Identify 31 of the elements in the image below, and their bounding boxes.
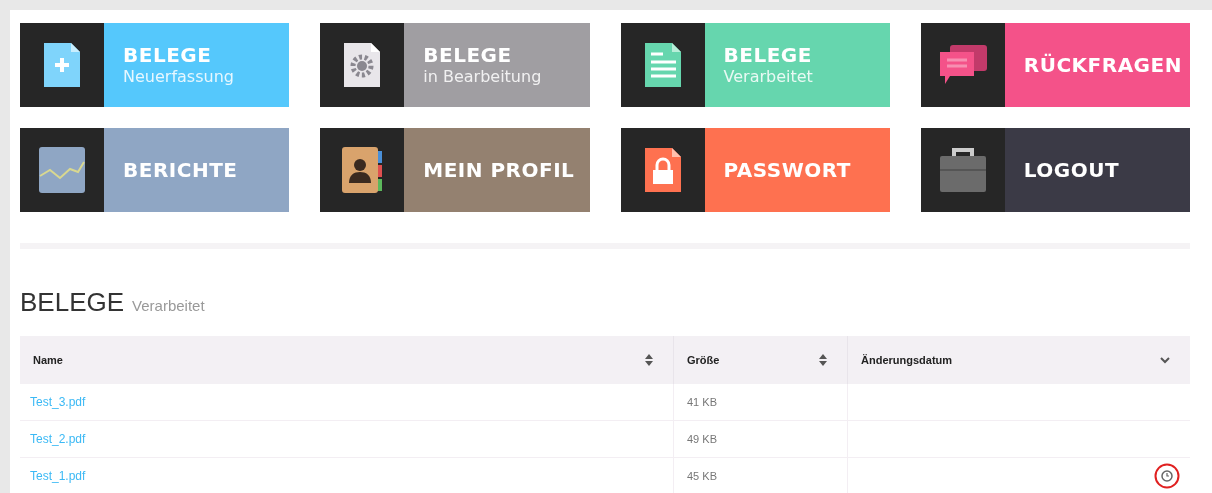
line-chart-icon (38, 146, 86, 194)
table-cell-text: 49 KB (687, 431, 717, 447)
column-header[interactable]: Größe (687, 351, 720, 369)
menu-tile[interactable]: LOGOUT (920, 128, 1190, 212)
address-book-icon (340, 145, 385, 195)
table-cell-text: 41 KB (687, 394, 717, 410)
menu-tile[interactable]: BELEGE Neuerfassung (20, 23, 290, 107)
circled-clock-icon[interactable] (1154, 463, 1180, 489)
menu-tile[interactable]: PASSWORT (620, 128, 890, 212)
briefcase-icon (938, 146, 987, 194)
sort-icon[interactable] (819, 354, 827, 366)
document-gear-icon (342, 41, 383, 89)
menu-tile[interactable]: MEIN PROFIL (320, 128, 590, 212)
menu-tile[interactable]: BERICHTE (20, 128, 290, 212)
section-title: BELEGE (20, 286, 125, 319)
menu-tile[interactable]: BELEGE in Bearbeitung (320, 23, 590, 107)
file-link[interactable]: Test_2.pdf (30, 430, 86, 448)
document-plus-icon (42, 41, 82, 89)
menu-tile[interactable]: BELEGE Verarbeitet (620, 23, 890, 107)
document-lock-icon (642, 146, 683, 194)
menu-tile[interactable]: RÜCKFRAGEN (920, 23, 1190, 107)
table-cell-text: 45 KB (687, 468, 717, 484)
file-link[interactable]: Test_3.pdf (30, 393, 86, 411)
chat-bubbles-icon (937, 44, 988, 86)
sort-descending-icon[interactable] (1160, 356, 1170, 364)
document-lines-icon (642, 41, 683, 89)
sort-icon[interactable] (645, 354, 653, 366)
column-header[interactable]: Änderungsdatum (861, 351, 953, 369)
column-header[interactable]: Name (33, 351, 63, 369)
file-link[interactable]: Test_1.pdf (30, 467, 86, 485)
section-subtitle: Verarbeitet (132, 296, 205, 316)
